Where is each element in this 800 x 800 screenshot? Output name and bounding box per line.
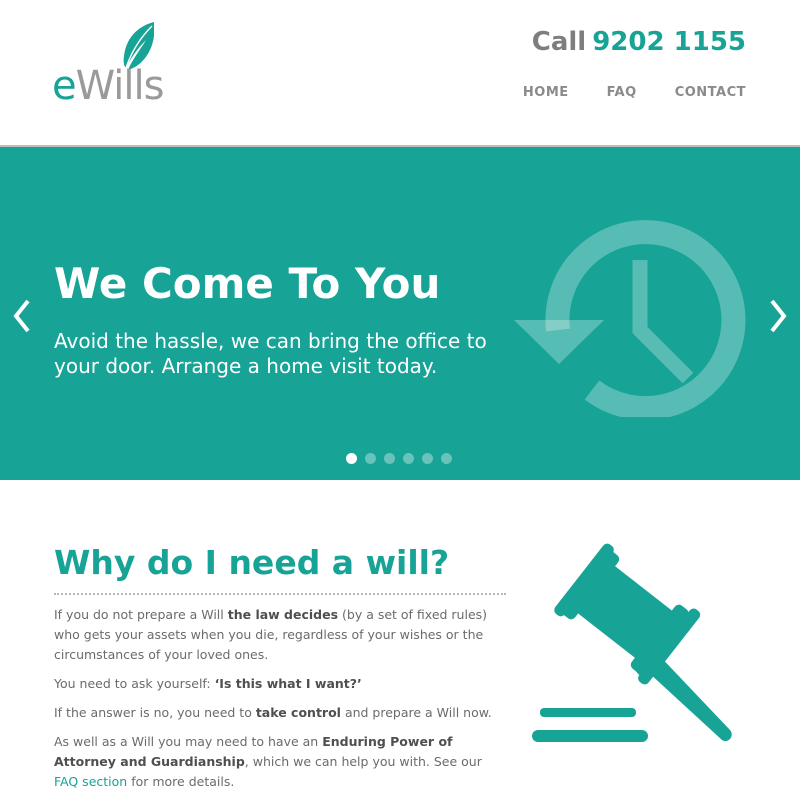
paragraph-law-decides: If you do not prepare a Will the law dec… (54, 607, 488, 662)
nav-home[interactable]: HOME (523, 85, 569, 100)
section-divider (54, 593, 506, 595)
ewills-logo[interactable]: eWills (52, 20, 192, 109)
logo-e: e (52, 63, 77, 109)
phone-contact[interactable]: Call 9202 1155 (532, 26, 746, 58)
slider-prev-arrow-icon[interactable] (8, 297, 36, 335)
hero-title: We Come To You (54, 259, 441, 308)
paragraph-ask-yourself: You need to ask yourself: ‘Is this what … (54, 676, 362, 691)
site-header: eWills Call 9202 1155 HOME FAQ CONTACT (0, 0, 800, 147)
section-body: If you do not prepare a Will the law dec… (54, 605, 509, 800)
slider-dot-4[interactable] (403, 453, 414, 464)
slider-next-arrow-icon[interactable] (764, 297, 792, 335)
nav-faq[interactable]: FAQ (607, 85, 637, 100)
slider-dot-2[interactable] (365, 453, 376, 464)
slider-dot-6[interactable] (441, 453, 452, 464)
slider-dot-1[interactable] (346, 453, 357, 464)
nav-contact[interactable]: CONTACT (675, 85, 746, 100)
faq-section-link[interactable]: FAQ section (54, 774, 127, 789)
slider-dot-5[interactable] (422, 453, 433, 464)
hero-subtitle: Avoid the hassle, we can bring the offic… (54, 329, 487, 378)
logo-wills: Wills (75, 63, 165, 109)
slider-dot-3[interactable] (384, 453, 395, 464)
paragraph-power-of-attorney: As well as a Will you may need to have a… (54, 734, 482, 789)
hero-slider: We Come To You Avoid the hassle, we can … (0, 147, 800, 480)
gavel-icon (532, 543, 732, 742)
clock-history-icon (514, 220, 746, 417)
paragraph-take-control: If the answer is no, you need to take co… (54, 705, 492, 720)
phone-label: Call (531, 27, 587, 57)
phone-number[interactable]: 9202 1155 (592, 27, 746, 57)
section-title: Why do I need a will? (54, 543, 450, 582)
logo-wordmark: eWills (52, 63, 165, 109)
main-nav: HOME FAQ CONTACT (523, 85, 746, 100)
slider-pagination (346, 453, 452, 464)
